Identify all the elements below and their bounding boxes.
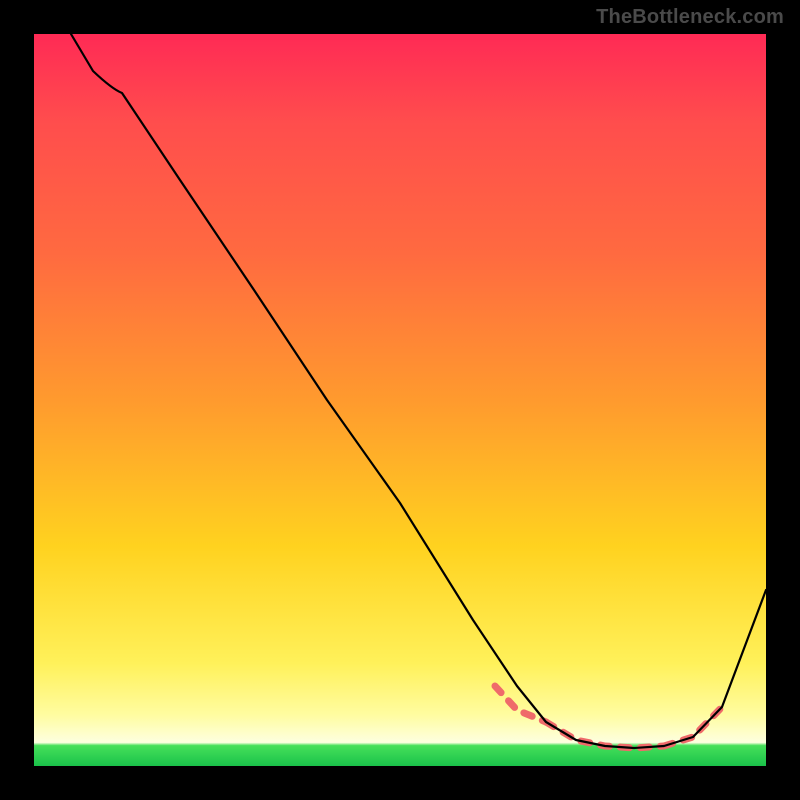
curve-svg <box>34 34 766 766</box>
watermark-text: TheBottleneck.com <box>596 6 784 29</box>
main-curve <box>71 34 766 748</box>
gradient-panel <box>34 34 766 766</box>
highlight-dash-bottom <box>546 722 664 748</box>
chart-stage: TheBottleneck.com <box>0 0 800 800</box>
highlight-dash-right <box>664 707 722 746</box>
